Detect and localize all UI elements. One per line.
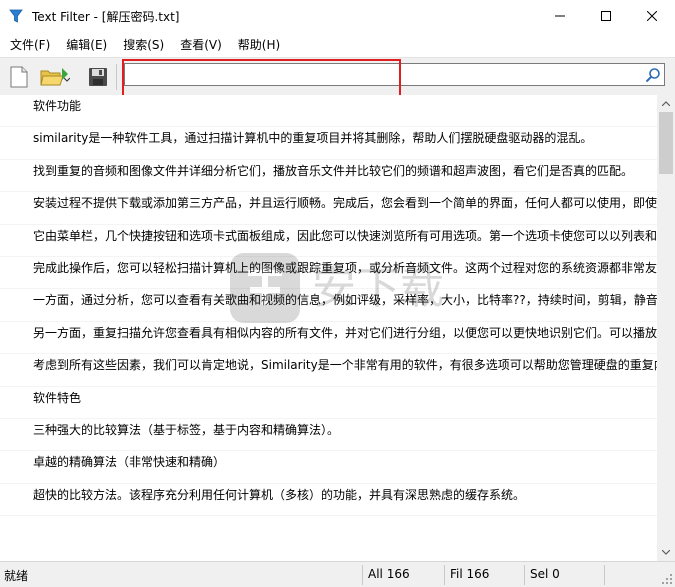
- vertical-scrollbar[interactable]: [657, 95, 675, 561]
- menu-file[interactable]: 文件(F): [4, 36, 56, 53]
- menu-bar: 文件(F) 编辑(E) 搜索(S) 查看(V) 帮助(H): [0, 32, 675, 56]
- app-icon: [9, 9, 23, 23]
- scroll-down-button[interactable]: [657, 544, 675, 561]
- open-file-button[interactable]: [38, 64, 72, 90]
- status-separator: [444, 565, 445, 585]
- new-file-button[interactable]: [6, 64, 32, 90]
- toolbar-separator: [116, 64, 117, 90]
- menu-edit[interactable]: 编辑(E): [60, 36, 113, 53]
- search-input[interactable]: [127, 65, 641, 84]
- status-separator: [362, 565, 363, 585]
- status-all-count: All 166: [368, 567, 410, 581]
- window-controls: [537, 0, 675, 32]
- maximize-icon: [601, 11, 611, 21]
- text-line[interactable]: 卓越的精确算法（非常快速和精确）: [0, 451, 657, 484]
- resize-grip-icon[interactable]: [661, 573, 673, 585]
- text-line[interactable]: similarity是一种软件工具，通过扫描计算机中的重复项目并将其删除，帮助人…: [0, 127, 657, 160]
- text-line[interactable]: 一方面，通过分析，您可以查看有关歌曲和视频的信息，例如评级，采样率，大小，比特率…: [0, 289, 657, 322]
- save-button[interactable]: [85, 64, 111, 90]
- menu-help[interactable]: 帮助(H): [232, 36, 286, 53]
- text-line[interactable]: 它由菜单栏，几个快捷按钮和选项卡式面板组成，因此您可以快速浏览所有可用选项。第一…: [0, 225, 657, 257]
- text-line[interactable]: 安装过程不提供下载或添加第三方产品，并且运行顺畅。完成后，您会看到一个简单的界面…: [0, 192, 657, 225]
- text-line[interactable]: 软件功能: [0, 95, 657, 128]
- title-bar: Text Filter - [解压密码.txt]: [0, 0, 675, 32]
- text-line[interactable]: 完成此操作后，您可以轻松扫描计算机上的图像或跟踪重复项，或分析音频文件。这两个过…: [0, 257, 657, 290]
- window-title: Text Filter - [解压密码.txt]: [32, 9, 180, 24]
- minimize-icon: [555, 15, 565, 17]
- status-selected-count: Sel 0: [530, 567, 560, 581]
- status-separator: [604, 565, 605, 585]
- open-folder-icon: [40, 68, 70, 86]
- close-button[interactable]: [629, 0, 675, 32]
- text-line[interactable]: 三种强大的比较算法（基于标签，基于内容和精确算法）。: [0, 419, 657, 452]
- text-line[interactable]: 超快的比较方法。该程序充分利用任何计算机（多核）的功能，并具有深思熟虑的缓存系统…: [0, 484, 657, 517]
- text-line[interactable]: 找到重复的音频和图像文件并详细分析它们，播放音乐文件并比较它们的频谱和超声波图，…: [0, 160, 657, 193]
- minimize-button[interactable]: [537, 0, 583, 32]
- menu-view[interactable]: 查看(V): [174, 36, 228, 53]
- scroll-up-button[interactable]: [657, 95, 675, 112]
- menu-search[interactable]: 搜索(S): [117, 36, 170, 53]
- save-icon: [89, 68, 107, 86]
- text-content[interactable]: 软件功能 similarity是一种软件工具，通过扫描计算机中的重复项目并将其删…: [0, 95, 657, 561]
- new-file-icon: [10, 66, 28, 88]
- scroll-thumb[interactable]: [659, 112, 673, 174]
- maximize-button[interactable]: [583, 0, 629, 32]
- text-line[interactable]: 另一方面，重复扫描允许您查看具有相似内容的所有文件，并对它们进行分组，以便您可以…: [0, 322, 657, 355]
- close-icon: [647, 11, 657, 21]
- chevron-up-icon: [662, 101, 670, 106]
- status-separator: [524, 565, 525, 585]
- search-box[interactable]: [124, 63, 665, 86]
- search-icon[interactable]: [645, 67, 661, 83]
- status-bar: 就绪 All 166 Fil 166 Sel 0: [0, 561, 675, 587]
- text-line[interactable]: 考虑到所有这些因素，我们可以肯定地说，Similarity是一个非常有用的软件，…: [0, 354, 657, 387]
- chevron-down-icon: [662, 550, 670, 555]
- status-filtered-count: Fil 166: [450, 567, 490, 581]
- status-ready: 就绪: [4, 569, 29, 583]
- text-line[interactable]: 软件特色: [0, 387, 657, 419]
